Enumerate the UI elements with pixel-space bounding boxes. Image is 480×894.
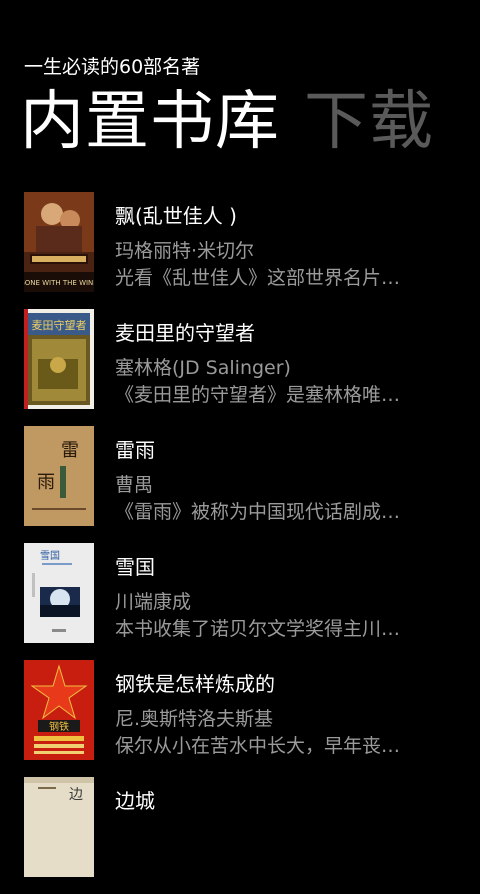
- book-description: 《雷雨》被称为中国现代话剧成…: [115, 501, 401, 523]
- svg-text:雪国: 雪国: [40, 550, 60, 562]
- book-title: 雷雨: [115, 438, 155, 462]
- pivot-item-download[interactable]: 下载: [304, 85, 434, 159]
- book-title: 雪国: [115, 555, 155, 579]
- book-cover: 钢铁: [24, 660, 94, 760]
- book-description: 保尔从小在苦水中长大，早年丧…: [115, 735, 401, 757]
- book-author: 玛格丽特·米切尔: [115, 240, 255, 262]
- book-description: 《麦田里的守望者》是塞林格唯…: [115, 384, 401, 406]
- book-cover: 麦田守望者: [24, 309, 94, 409]
- book-cover: 雷 雨: [24, 426, 94, 526]
- book-title: 钢铁是怎样炼成的: [115, 672, 275, 696]
- svg-text:麦田守望者: 麦田守望者: [32, 318, 87, 332]
- book-description: 本书收集了诺贝尔文学奖得主川…: [115, 618, 401, 640]
- svg-text:雷: 雷: [61, 440, 79, 461]
- book-item[interactable]: GONE WITH THE WIND 飘(乱世佳人 ) 玛格丽特·米切尔 光看《…: [0, 192, 480, 309]
- svg-text:GONE WITH THE WIND: GONE WITH THE WIND: [24, 279, 94, 287]
- book-description: 光看《乱世佳人》这部世界名片…: [115, 267, 401, 289]
- book-cover: 边: [24, 777, 94, 877]
- book-author: 曹禺: [115, 474, 154, 496]
- book-cover: 雪国: [24, 543, 94, 643]
- book-item[interactable]: 麦田守望者 麦田里的守望者 塞林格(JD Salinger) 《麦田里的守望者》…: [0, 309, 480, 426]
- book-author: 尼.奥斯特洛夫斯基: [115, 708, 274, 730]
- book-title: 飘(乱世佳人 ): [115, 204, 237, 228]
- book-title: 麦田里的守望者: [115, 321, 255, 345]
- app-title: 一生必读的60部名著: [24, 56, 201, 78]
- book-item[interactable]: 雷 雨 雷雨 曹禺 《雷雨》被称为中国现代话剧成…: [0, 426, 480, 543]
- svg-text:雨: 雨: [37, 472, 55, 493]
- book-item[interactable]: 雪国 雪国 川端康成 本书收集了诺贝尔文学奖得主川…: [0, 543, 480, 660]
- book-list[interactable]: GONE WITH THE WIND 飘(乱世佳人 ) 玛格丽特·米切尔 光看《…: [0, 192, 480, 894]
- svg-text:边: 边: [69, 787, 83, 803]
- pivot-item-builtin-library[interactable]: 内置书库: [20, 85, 280, 159]
- book-author: 塞林格(JD Salinger): [115, 357, 291, 379]
- book-item[interactable]: 钢铁 钢铁是怎样炼成的 尼.奥斯特洛夫斯基 保尔从小在苦水中长大，早年丧…: [0, 660, 480, 777]
- pivot-header: 内置书库 下载: [20, 80, 434, 164]
- svg-text:钢铁: 钢铁: [49, 720, 69, 733]
- book-cover: GONE WITH THE WIND: [24, 192, 94, 292]
- book-author: 川端康成: [115, 591, 192, 613]
- book-item[interactable]: 边 边城: [0, 777, 480, 894]
